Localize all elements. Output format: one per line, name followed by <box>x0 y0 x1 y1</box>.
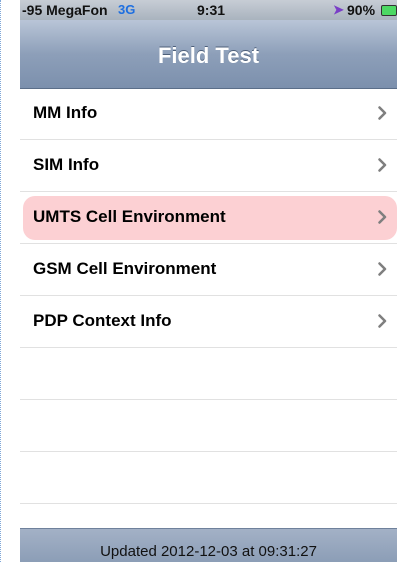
empty-row <box>20 348 397 400</box>
menu-item-gsm-cell-environment[interactable]: GSM Cell Environment <box>20 244 397 296</box>
menu-list: MM Info SIM Info UMTS Cell Environment G… <box>20 88 397 504</box>
menu-item-label: MM Info <box>33 103 98 122</box>
menu-item-sim-info[interactable]: SIM Info <box>20 140 397 192</box>
status-time: 9:31 <box>197 2 226 18</box>
phone-screen: -95 MegaFon 3G 9:31 ➤ 90% Field Test MM … <box>20 0 397 562</box>
battery-percentage: 90% <box>347 2 376 18</box>
chevron-right-icon <box>378 262 387 276</box>
empty-row <box>20 400 397 452</box>
chevron-right-icon <box>378 106 387 120</box>
menu-item-label: PDP Context Info <box>33 311 172 330</box>
battery-icon <box>381 5 397 16</box>
footer-toolbar: Updated 2012-12-03 at 09:31:27 <box>20 528 397 562</box>
menu-item-pdp-context-info[interactable]: PDP Context Info <box>20 296 397 348</box>
status-bar: -95 MegaFon 3G 9:31 ➤ 90% <box>20 0 397 20</box>
menu-item-label: GSM Cell Environment <box>33 259 217 278</box>
menu-item-mm-info[interactable]: MM Info <box>20 88 397 140</box>
empty-row <box>20 452 397 504</box>
left-margin <box>1 0 20 562</box>
chevron-right-icon <box>378 210 387 224</box>
menu-item-label: SIM Info <box>33 155 100 174</box>
page-title: Field Test <box>157 43 260 68</box>
menu-item-umts-cell-environment[interactable]: UMTS Cell Environment <box>20 192 397 244</box>
carrier-signal: -95 MegaFon <box>22 2 108 18</box>
chevron-right-icon <box>378 314 387 328</box>
navigation-bar: Field Test <box>20 20 397 89</box>
menu-item-label: UMTS Cell Environment <box>33 207 226 226</box>
location-arrow-icon: ➤ <box>333 2 344 17</box>
updated-timestamp: Updated 2012-12-03 at 09:31:27 <box>100 543 317 560</box>
network-type: 3G <box>118 2 136 17</box>
chevron-right-icon <box>378 158 387 172</box>
